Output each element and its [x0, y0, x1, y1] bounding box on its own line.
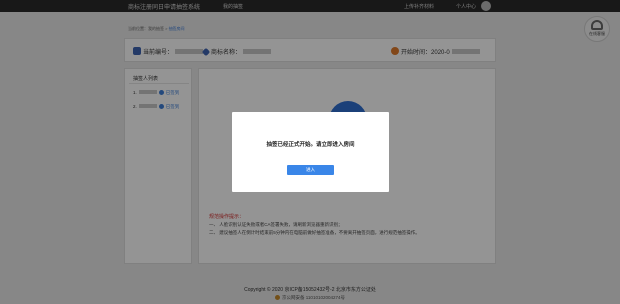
- start-dialog: 抽签已经正式开始。请立即进入房间 进入: [232, 112, 389, 192]
- dialog-message: 抽签已经正式开始。请立即进入房间: [266, 142, 355, 148]
- enter-room-button[interactable]: 进入: [287, 165, 334, 175]
